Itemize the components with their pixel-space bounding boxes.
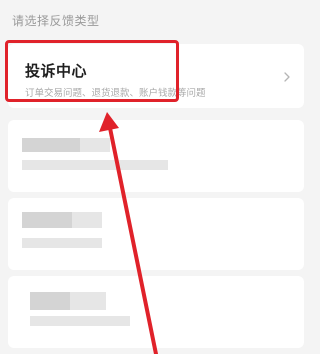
blurred-option-2[interactable] bbox=[8, 198, 304, 270]
blurred-title-extra bbox=[70, 292, 106, 310]
blurred-title-extra bbox=[72, 212, 102, 228]
section-label: 请选择反馈类型 bbox=[12, 14, 100, 28]
blurred-option-3[interactable] bbox=[8, 276, 304, 348]
blurred-option-1[interactable] bbox=[8, 120, 304, 192]
chevron-right-icon bbox=[284, 72, 290, 82]
blurred-title-extra bbox=[80, 138, 110, 152]
complaint-center-title: 投诉中心 bbox=[25, 62, 88, 80]
blurred-title bbox=[30, 292, 70, 310]
complaint-center-description: 订单交易问题、退货退款、账户钱款等问题 bbox=[25, 88, 206, 99]
blurred-description bbox=[22, 160, 168, 170]
blurred-title bbox=[22, 212, 72, 228]
complaint-center-option[interactable]: 投诉中心 订单交易问题、退货退款、账户钱款等问题 bbox=[8, 44, 304, 108]
blurred-title bbox=[22, 138, 80, 152]
blurred-description bbox=[22, 238, 102, 248]
blurred-description bbox=[30, 316, 130, 326]
